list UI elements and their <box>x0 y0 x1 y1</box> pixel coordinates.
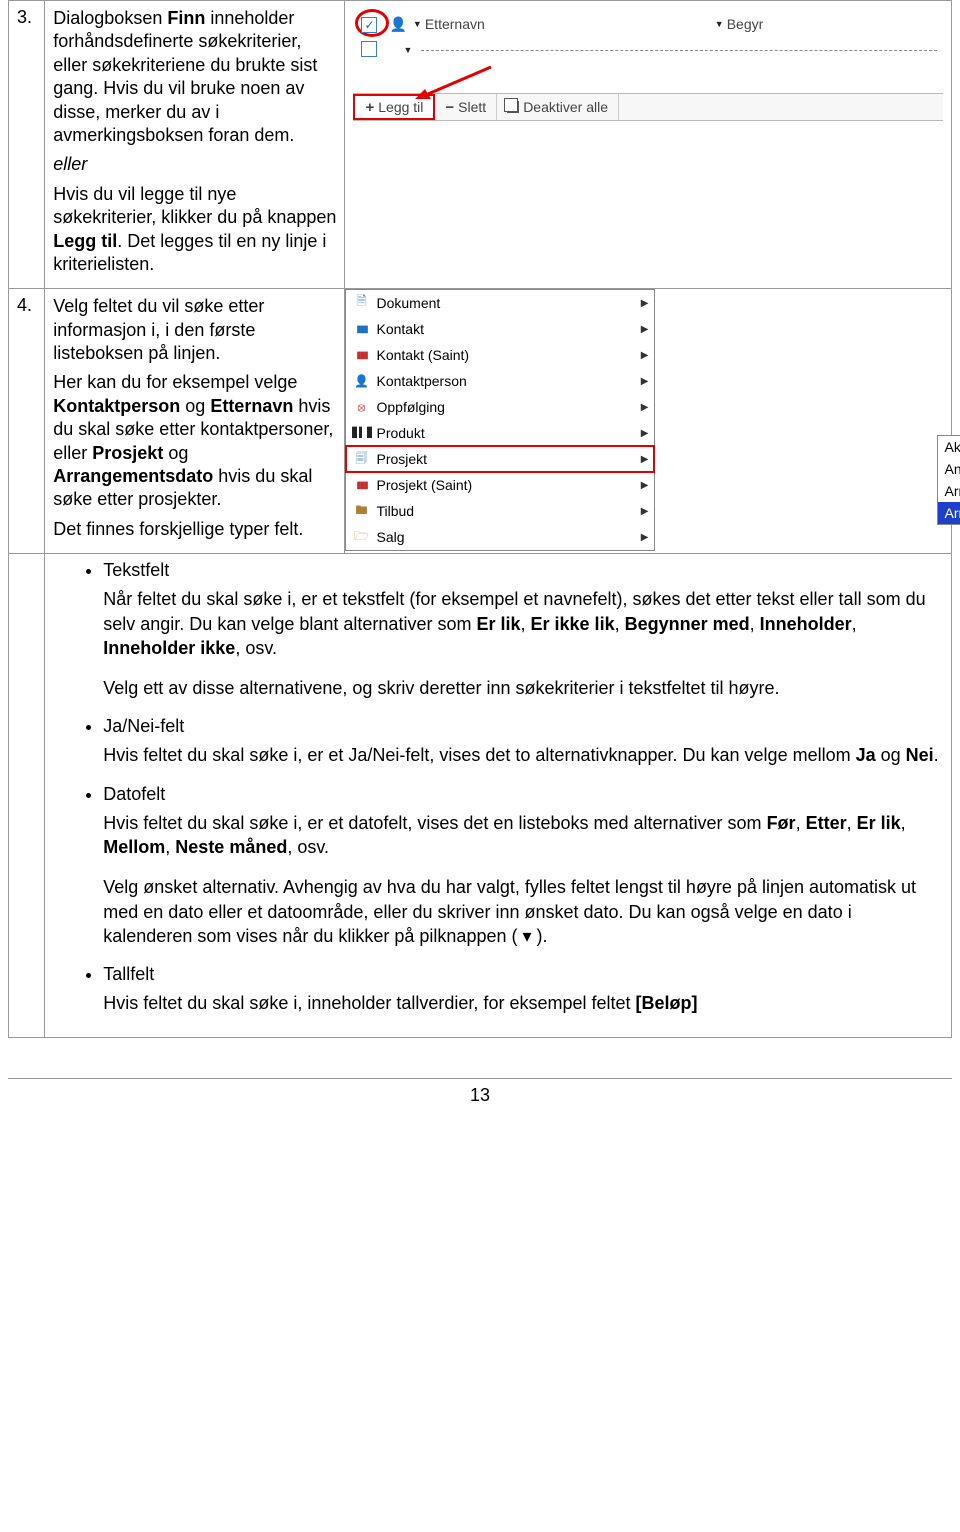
submenu-arrow-icon: ▶ <box>641 376 649 387</box>
person-icon: 👤 <box>389 16 406 33</box>
menu-item-dokument[interactable]: 🗎Dokument▶ <box>346 290 654 316</box>
bullet-tallfelt: Tallfelt <box>103 964 943 985</box>
menu-item-produkt[interactable]: ▐▌▌▐▌Produkt▶ <box>346 420 654 446</box>
deaktiver-alle-button[interactable]: Deaktiver alle <box>497 94 619 120</box>
submenu-arrow-icon: ▶ <box>641 480 649 491</box>
submenu-item[interactable]: Aktiv ERP Sync <box>938 436 960 458</box>
minus-icon: − <box>445 99 454 116</box>
submenu-arrow-icon: ▶ <box>641 402 649 413</box>
empty-criteria-line <box>421 50 937 51</box>
clock-icon: ⦻ <box>352 400 370 415</box>
submenu-arrow-icon: ▶ <box>641 428 649 439</box>
red-arrow-icon <box>413 63 493 99</box>
triangle-down-icon: ▼ <box>715 19 724 29</box>
step-4-screenshot: 🗎Dokument▶▮▮▮Kontakt▶▮▮▮Kontakt (Saint)▶… <box>345 289 952 554</box>
bars-r-icon: ▮▮▮ <box>352 350 370 361</box>
doc-icon: 🗎 <box>352 292 370 314</box>
person-icon: 👤 <box>352 374 370 388</box>
menu-item-kontaktsaint[interactable]: ▮▮▮Kontakt (Saint)▶ <box>346 342 654 368</box>
menu-item-tilbud[interactable]: 🖿Tilbud▶ <box>346 498 654 524</box>
operator-dropdown[interactable]: ▼ Begyr <box>715 16 764 32</box>
plus-icon: + <box>365 99 374 116</box>
criteria-row-1: ✓ 👤 ▼ Etternavn ▼ Begyr <box>353 11 943 37</box>
bullet-tekstfelt: Tekstfelt <box>103 560 943 581</box>
checkbox-checked[interactable]: ✓ <box>361 17 377 33</box>
prosj-icon: 🗐 <box>352 449 370 470</box>
checkbox-empty[interactable] <box>361 41 377 57</box>
menu-item-prosjektsaint[interactable]: ▮▮▮Prosjekt (Saint)▶ <box>346 472 654 498</box>
triangle-down-icon[interactable]: ▼ <box>403 45 412 55</box>
tilbud-icon: 🖿 <box>352 501 370 522</box>
criteria-row-2: ▼ <box>353 37 943 63</box>
prosjekt-submenu: Aktiv ERP SyncAndre grupperArrangementAr… <box>937 435 960 525</box>
submenu-arrow-icon: ▶ <box>641 506 649 517</box>
field-types-description: Tekstfelt Når feltet du skal søke i, er … <box>45 554 952 1038</box>
bullet-janei: Ja/Nei-felt <box>103 716 943 737</box>
field-type-menu: 🗎Dokument▶▮▮▮Kontakt▶▮▮▮Kontakt (Saint)▶… <box>345 289 655 551</box>
menu-item-kontaktperson[interactable]: 👤Kontaktperson▶ <box>346 368 654 394</box>
salg-icon: 🗁 <box>352 527 370 548</box>
submenu-arrow-icon: ▶ <box>641 454 649 465</box>
content-table: 3. Dialogboksen Finn inneholder forhånds… <box>8 0 952 1038</box>
submenu-arrow-icon: ▶ <box>641 350 649 361</box>
step-number-4: 4. <box>9 289 45 554</box>
submenu-item[interactable]: Arrangementsdato <box>938 502 960 524</box>
step-3-text: Dialogboksen Finn inneholder forhåndsdef… <box>45 1 345 289</box>
bars-r-icon: ▮▮▮ <box>352 480 370 491</box>
step-4-text: Velg feltet du vil søke etter informasjo… <box>45 289 345 554</box>
bars-icon: ▮▮▮ <box>352 324 370 335</box>
triangle-down-icon: ▼ <box>413 19 422 29</box>
menu-item-prosjekt[interactable]: 🗐Prosjekt▶ <box>346 446 654 472</box>
submenu-arrow-icon: ▶ <box>641 532 649 543</box>
menu-item-kontakt[interactable]: ▮▮▮Kontakt▶ <box>346 316 654 342</box>
submenu-item[interactable]: Andre grupper <box>938 458 960 480</box>
bullet-datofelt: Datofelt <box>103 784 943 805</box>
field-dropdown[interactable]: ▼ Etternavn <box>413 16 485 32</box>
step-number-3: 3. <box>9 1 45 289</box>
submenu-arrow-icon: ▶ <box>641 324 649 335</box>
submenu-item[interactable]: Arrangement <box>938 480 960 502</box>
page-number: 13 <box>8 1078 952 1106</box>
step-3-screenshot: ✓ 👤 ▼ Etternavn ▼ Begyr ▼ <box>345 1 952 289</box>
submenu-arrow-icon: ▶ <box>641 298 649 309</box>
menu-item-oppflging[interactable]: ⦻Oppfølging▶ <box>346 394 654 420</box>
menu-item-salg[interactable]: 🗁Salg▶ <box>346 524 654 550</box>
barcode-icon: ▐▌▌▐▌ <box>352 428 370 439</box>
deactivate-icon <box>507 101 519 113</box>
